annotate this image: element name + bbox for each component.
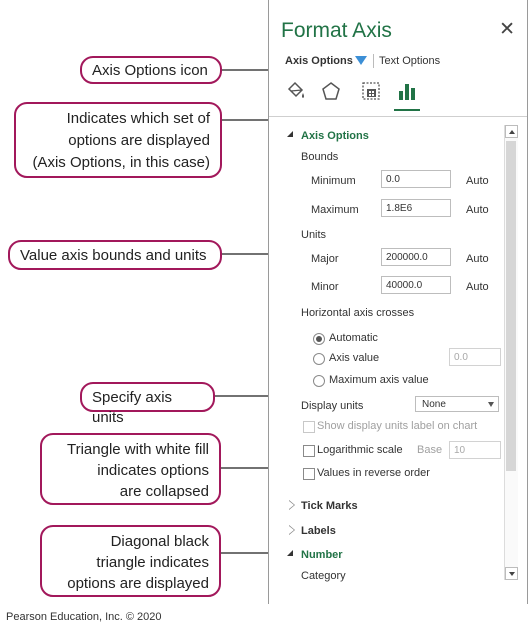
selected-category-indicator: [394, 109, 420, 111]
close-icon[interactable]: ✕: [499, 18, 515, 41]
automatic-label[interactable]: Automatic: [329, 332, 378, 344]
expanded-triangle-icon[interactable]: [287, 550, 293, 556]
callout-text: Value axis bounds and units: [20, 247, 207, 264]
format-axis-pane: Format Axis ✕ Axis Options Text Options …: [268, 0, 528, 604]
major-auto[interactable]: Auto: [466, 253, 489, 265]
callout-text: triangle indicates: [96, 554, 209, 571]
chevron-down-icon[interactable]: [355, 56, 367, 65]
log-scale-label[interactable]: Logarithmic scale: [317, 444, 403, 456]
section-labels[interactable]: Labels: [301, 525, 336, 537]
scrollbar[interactable]: [504, 125, 518, 580]
log-scale-checkbox[interactable]: [303, 445, 315, 457]
maximum-label: Maximum: [311, 204, 359, 216]
reverse-order-checkbox[interactable]: [303, 468, 315, 480]
axis-value-radio[interactable]: [313, 353, 325, 365]
chevron-down-icon: [488, 402, 494, 407]
reverse-order-label[interactable]: Values in reverse order: [317, 467, 430, 479]
show-units-checkbox[interactable]: [303, 421, 315, 433]
callout-text: Diagonal black: [110, 533, 209, 550]
axis-options-icon[interactable]: [396, 80, 418, 102]
copyright-footer: Pearson Education, Inc. © 2020: [6, 611, 162, 623]
minimum-field[interactable]: 0.0: [381, 170, 451, 188]
callout-text: Triangle with white fill: [67, 441, 209, 458]
tab-separator: [373, 54, 374, 68]
callout-text: indicates options: [97, 462, 209, 479]
automatic-radio[interactable]: [313, 333, 325, 345]
minimum-label: Minimum: [311, 175, 356, 187]
fill-line-icon[interactable]: [285, 80, 307, 102]
display-units-dropdown[interactable]: None: [415, 396, 499, 412]
minor-auto[interactable]: Auto: [466, 281, 489, 293]
display-units-label: Display units: [301, 400, 364, 412]
callout-text: Indicates which set of: [66, 110, 210, 127]
scroll-up-button[interactable]: [505, 125, 518, 138]
section-tick-marks[interactable]: Tick Marks: [301, 500, 358, 512]
base-label: Base: [417, 444, 443, 456]
expanded-triangle-icon[interactable]: [287, 131, 293, 137]
axis-value-field[interactable]: 0.0: [449, 348, 501, 366]
bounds-label: Bounds: [301, 151, 339, 163]
minor-field[interactable]: 40000.0: [381, 276, 451, 294]
callout-text: (Axis Options, in this case): [32, 154, 210, 171]
maximum-field[interactable]: 1.8E6: [381, 199, 451, 217]
scroll-down-button[interactable]: [505, 567, 518, 580]
callout-text: options are displayed: [67, 575, 209, 592]
show-units-label: Show display units label on chart: [317, 420, 478, 432]
callout-indicates-options: Indicates which set of options are displ…: [14, 102, 222, 178]
display-units-value: None: [422, 399, 446, 410]
pane-title: Format Axis: [281, 19, 392, 42]
minimum-auto[interactable]: Auto: [466, 175, 489, 187]
scrollbar-thumb[interactable]: [506, 141, 516, 471]
axis-value-label[interactable]: Axis value: [329, 352, 379, 364]
effects-icon[interactable]: [320, 80, 342, 102]
callout-text: options are displayed: [68, 132, 210, 149]
units-label: Units: [301, 229, 327, 241]
minor-label: Minor: [311, 281, 339, 293]
maximum-auto[interactable]: Auto: [466, 204, 489, 216]
scroll-down-icon: [509, 572, 515, 576]
category-label: Category: [301, 570, 346, 582]
callout-axis-options-icon: Axis Options icon: [80, 56, 222, 84]
callout-bounds-units: Value axis bounds and units: [8, 240, 222, 270]
callout-white-triangle: Triangle with white fill indicates optio…: [40, 433, 221, 505]
pane-divider: [269, 116, 527, 117]
size-properties-icon[interactable]: [360, 80, 382, 102]
section-axis-options[interactable]: Axis Options: [301, 130, 369, 142]
callout-specify-units: Specify axis units: [80, 382, 215, 426]
major-field[interactable]: 200000.0: [381, 248, 451, 266]
tab-axis-options[interactable]: Axis Options: [285, 55, 353, 67]
scroll-up-icon: [509, 130, 515, 134]
maximum-axis-value-radio[interactable]: [313, 375, 325, 387]
horizontal-axis-crosses-label: Horizontal axis crosses: [301, 307, 415, 319]
tab-text-options[interactable]: Text Options: [379, 55, 440, 67]
section-number[interactable]: Number: [301, 549, 343, 561]
callout-text: are collapsed: [119, 483, 209, 500]
maximum-axis-value-label[interactable]: Maximum axis value: [329, 374, 429, 386]
collapsed-triangle-fill: [289, 501, 294, 509]
base-field[interactable]: 10: [449, 441, 501, 459]
callout-text: Axis Options icon: [92, 62, 208, 79]
callout-black-triangle: Diagonal black triangle indicates option…: [40, 525, 221, 597]
collapsed-triangle-fill: [289, 526, 294, 534]
major-label: Major: [311, 253, 339, 265]
